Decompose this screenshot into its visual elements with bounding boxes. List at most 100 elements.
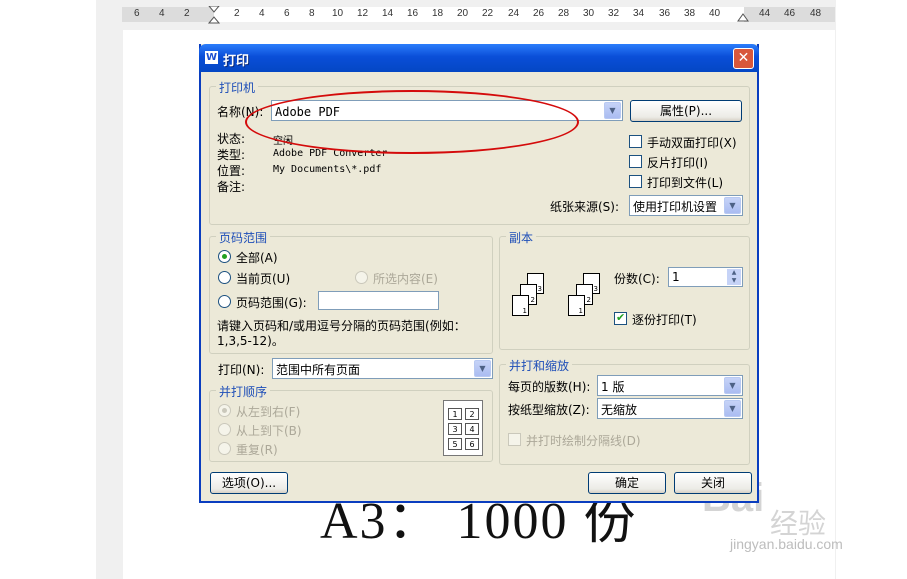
copies-count-input[interactable]: 1 ▲ ▼ — [668, 267, 743, 287]
ruler-tick: 6 — [134, 8, 140, 19]
status-label: 状态: — [217, 132, 246, 146]
type-label: 类型: — [217, 148, 246, 162]
paper-source-value: 使用打印机设置 — [633, 200, 718, 214]
print-to-file-label: 打印到文件(L) — [647, 176, 724, 190]
collate-label: 逐份打印(T) — [632, 313, 697, 327]
close-icon[interactable]: ✕ — [733, 48, 754, 69]
properties-button[interactable]: 属性(P)... — [630, 100, 742, 122]
print-what-value: 范围中所有页面 — [276, 363, 361, 377]
range-selection-radio[interactable] — [355, 271, 368, 284]
ruler-tick: 2 — [184, 8, 190, 19]
zoom-group-title: 并打和缩放 — [506, 357, 573, 374]
order-repeat-label: 重复(R) — [236, 443, 278, 457]
word-icon: W — [205, 51, 218, 64]
order-left-to-right-label: 从左到右(F) — [236, 405, 301, 419]
range-pages-label: 页码范围(G): — [236, 296, 307, 310]
scale-value: 无缩放 — [601, 403, 638, 417]
pages-per-sheet-value: 1 版 — [601, 380, 625, 394]
options-button[interactable]: 选项(O)... — [210, 472, 288, 494]
preview-cell: 3 — [448, 423, 462, 435]
collate-checkbox[interactable] — [614, 311, 627, 325]
draw-borders-checkbox[interactable] — [508, 433, 521, 446]
order-top-to-bottom-radio[interactable] — [218, 423, 231, 436]
chevron-down-icon[interactable]: ▼ — [474, 360, 491, 377]
location-value: My Documents\*.pdf — [273, 164, 382, 175]
ruler-tick: 18 — [432, 8, 444, 19]
sheet-icon: 1 — [512, 295, 529, 316]
horizontal-ruler[interactable]: 6 4 2 2 4 6 8 10 12 14 16 18 20 22 24 26… — [122, 6, 835, 24]
ok-button[interactable]: 确定 — [588, 472, 666, 494]
order-left-to-right-radio[interactable] — [218, 404, 231, 417]
copies-count-value: 1 — [672, 270, 680, 284]
preview-cell: 4 — [465, 423, 479, 435]
spin-up-icon[interactable]: ▲ — [727, 269, 741, 277]
range-all-label: 全部(A) — [236, 251, 278, 265]
sheet-icon: 1 — [568, 295, 585, 316]
print-what-select[interactable]: 范围中所有页面 ▼ — [272, 358, 493, 379]
print-order-preview: 1 2 3 4 5 6 — [443, 400, 483, 456]
ruler-tick: 4 — [159, 8, 165, 19]
ruler-tick: 14 — [382, 8, 394, 19]
chevron-down-icon[interactable]: ▼ — [724, 377, 741, 394]
right-indent-marker-icon[interactable] — [737, 11, 749, 22]
watermark-url: jingyan.baidu.com — [730, 536, 843, 552]
ruler-tick: 8 — [309, 8, 315, 19]
ruler-tick: 10 — [332, 8, 344, 19]
pages-per-sheet-select[interactable]: 1 版 ▼ — [597, 375, 743, 396]
page-range-group-title: 页码范围 — [216, 229, 271, 246]
paper-source-label: 纸张来源(S): — [550, 200, 620, 214]
preview-cell: 6 — [465, 438, 479, 450]
range-all-radio[interactable] — [218, 250, 231, 263]
chevron-down-icon[interactable]: ▼ — [724, 197, 741, 214]
ruler-tick: 16 — [407, 8, 419, 19]
manual-duplex-label: 手动双面打印(X) — [647, 136, 737, 150]
paper-source-select[interactable]: 使用打印机设置 ▼ — [629, 195, 743, 216]
ruler-tick: 6 — [284, 8, 290, 19]
mirror-print-label: 反片打印(I) — [647, 156, 708, 170]
chevron-down-icon[interactable]: ▼ — [724, 400, 741, 417]
range-pages-radio[interactable] — [218, 295, 231, 308]
printer-group-title: 打印机 — [216, 79, 259, 96]
location-label: 位置: — [217, 164, 246, 178]
spin-down-icon[interactable]: ▼ — [727, 277, 741, 285]
close-button[interactable]: 关闭 — [674, 472, 752, 494]
print-to-file-checkbox[interactable] — [629, 175, 642, 188]
copies-count-label: 份数(C): — [614, 272, 660, 286]
ruler-tick: 46 — [784, 8, 796, 19]
ruler-tick: 26 — [533, 8, 545, 19]
dialog-title: 打印 — [223, 54, 250, 69]
red-annotation-ellipse — [245, 90, 579, 154]
ruler-tick: 12 — [357, 8, 369, 19]
ruler-tick: 2 — [234, 8, 240, 19]
range-hint-line2: 1,3,5-12)。 — [217, 334, 284, 348]
ruler-tick: 20 — [457, 8, 469, 19]
pages-per-sheet-label: 每页的版数(H): — [508, 380, 591, 394]
preview-cell: 1 — [448, 408, 462, 420]
range-current-radio[interactable] — [218, 271, 231, 284]
indent-marker-icon[interactable] — [208, 6, 220, 24]
manual-duplex-checkbox[interactable] — [629, 135, 642, 148]
print-what-label: 打印(N): — [218, 363, 265, 377]
ruler-tick: 38 — [684, 8, 696, 19]
chevron-down-icon[interactable]: ▼ — [604, 102, 621, 119]
ruler-tick: 22 — [482, 8, 494, 19]
copies-group-title: 副本 — [506, 229, 537, 246]
print-order-group-title: 并打顺序 — [216, 383, 271, 400]
page-range-input[interactable] — [318, 291, 439, 310]
range-selection-label: 所选内容(E) — [373, 272, 438, 286]
ruler-tick: 36 — [659, 8, 671, 19]
draw-borders-label: 并打时绘制分隔线(D) — [526, 434, 641, 448]
ruler-tick: 48 — [810, 8, 822, 19]
comment-label: 备注: — [217, 180, 246, 194]
ruler-tick: 32 — [608, 8, 620, 19]
preview-cell: 5 — [448, 438, 462, 450]
dialog-titlebar[interactable]: W 打印 ✕ — [199, 44, 759, 72]
order-top-to-bottom-label: 从上到下(B) — [236, 424, 302, 438]
order-repeat-radio[interactable] — [218, 442, 231, 455]
ruler-tick: 30 — [583, 8, 595, 19]
ruler-tick: 24 — [508, 8, 520, 19]
ruler-tick: 4 — [259, 8, 265, 19]
mirror-print-checkbox[interactable] — [629, 155, 642, 168]
scale-select[interactable]: 无缩放 ▼ — [597, 398, 743, 419]
ruler-tick: 28 — [558, 8, 570, 19]
